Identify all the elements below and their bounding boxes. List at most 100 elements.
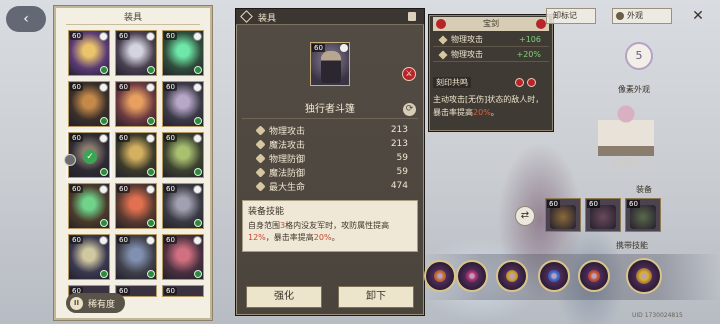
job-icon	[340, 44, 348, 52]
inventory-card[interactable]: 60 ✓	[64, 130, 112, 180]
stat-icon	[255, 138, 266, 150]
skill-icon[interactable]	[456, 260, 488, 292]
equip-level: 60	[547, 200, 560, 208]
inventory-title: 装具	[123, 13, 142, 23]
level-emblem: 5	[625, 42, 653, 70]
inventory-card[interactable]: 60	[162, 234, 204, 280]
stat-label: 物理攻击	[269, 126, 306, 137]
inventory-card[interactable]: 60	[162, 285, 204, 297]
card-level: 60	[117, 134, 130, 142]
divider	[66, 24, 200, 25]
skill-icon[interactable]	[538, 260, 570, 292]
equip-art	[630, 205, 656, 229]
equip-slot[interactable]: 60	[545, 198, 581, 232]
rune-badge-icon[interactable]: ⚔	[402, 67, 416, 81]
inventory-card[interactable]: 60	[68, 234, 110, 280]
stat-label: 魔法攻击	[269, 140, 306, 151]
inventory-card[interactable]: 60	[68, 30, 110, 76]
job-icon	[99, 134, 108, 143]
stat-icon	[255, 180, 266, 192]
equip-slot[interactable]: 60	[585, 198, 621, 232]
stat-row: 物理攻击 213	[255, 123, 408, 137]
job-icon	[99, 83, 108, 92]
inventory-card[interactable]: 60	[115, 30, 157, 76]
tooltip-stat-label: 物理攻击	[451, 35, 483, 44]
inventory-panel: 装具 60 60 60 60 60 60 60 ✓ 60 60 60 60 60 60 60 60 60 60 60…	[54, 6, 212, 320]
seal-badges	[515, 78, 536, 87]
rank-icon	[100, 219, 108, 227]
record-tab[interactable]: 卸标记	[546, 8, 596, 24]
costume-label: 像素外观	[618, 85, 650, 94]
equip-slot[interactable]: 60	[625, 198, 661, 232]
inventory-card[interactable]: 60	[162, 132, 204, 178]
skill-core	[636, 268, 652, 284]
job-icon	[99, 32, 108, 41]
job-icon	[193, 32, 202, 41]
carry-skill-label: 携带技能	[616, 241, 648, 250]
job-icon	[146, 32, 155, 41]
inventory-card[interactable]: 60	[115, 183, 157, 229]
uid-text: UID 1730024815	[632, 312, 683, 319]
inventory-card[interactable]: 60	[162, 81, 204, 127]
tooltip-stat-row: 物理攻击 +20%	[433, 48, 549, 62]
rune-badge-icon	[536, 19, 546, 29]
item-name-bar: 独行者斗篷 ⟳	[242, 101, 418, 119]
skill-icon[interactable]	[578, 260, 610, 292]
card-level: 60	[164, 287, 177, 295]
skill-icon[interactable]	[626, 258, 662, 294]
rank-icon	[147, 66, 155, 74]
inventory-card[interactable]: 60	[68, 81, 110, 127]
inventory-card[interactable]: 60	[115, 132, 157, 178]
cloak-figure-icon	[321, 51, 341, 83]
stat-icon	[255, 152, 266, 164]
stat-row: 魔法防御 59	[255, 165, 408, 179]
equip-level: 60	[627, 200, 640, 208]
swap-icon[interactable]: ⟳	[403, 103, 416, 116]
enhance-button[interactable]: 强化	[246, 286, 322, 308]
tooltip-stat-value: +106	[519, 35, 541, 44]
rank-icon	[100, 66, 108, 74]
close-button[interactable]: ✕	[686, 6, 710, 26]
back-button[interactable]: ‹	[6, 6, 46, 32]
stat-icon	[255, 124, 266, 136]
inventory-card[interactable]: 60	[68, 183, 110, 229]
inventory-card[interactable]: 60	[162, 30, 204, 76]
skill-icon[interactable]	[496, 260, 528, 292]
inventory-card[interactable]: 60	[162, 183, 204, 229]
card-level: 60	[70, 236, 83, 244]
unequip-button[interactable]: 卸下	[338, 286, 414, 308]
inventory-card[interactable]: 60	[115, 234, 157, 280]
stat-row: 魔法攻击 213	[255, 137, 408, 151]
equip-art	[550, 205, 576, 229]
stat-row: 最大生命 474	[255, 179, 408, 193]
swap-equip-icon[interactable]: ⇄	[515, 206, 535, 226]
equip-skill-text: 自身范围3格内没友军时，攻防属性提高12%，暴击率提高20%。	[248, 221, 390, 242]
rarity-label: 稀有度	[88, 299, 116, 310]
status-icon	[64, 154, 76, 166]
rank-icon	[100, 270, 108, 278]
pixel-costume-figure[interactable]	[598, 100, 654, 170]
job-icon	[146, 236, 155, 245]
skill-icon[interactable]	[424, 260, 456, 292]
inventory-card[interactable]: 60	[115, 81, 157, 127]
job-icon	[193, 83, 202, 92]
skill-core	[506, 270, 518, 282]
card-level: 60	[70, 32, 83, 40]
stat-icon	[255, 166, 266, 178]
appearance-tab-label: 外观	[627, 11, 643, 20]
rarity-filter-button[interactable]: II 稀有度	[66, 293, 126, 313]
appearance-tab[interactable]: 外观	[612, 8, 672, 24]
detail-header: 装具	[236, 9, 424, 25]
job-icon	[193, 134, 202, 143]
stat-value: 213	[390, 139, 408, 149]
item-level: 60	[312, 44, 325, 52]
card-level: 60	[164, 236, 177, 244]
rank-icon	[147, 219, 155, 227]
card-level: 60	[164, 185, 177, 193]
lock-icon[interactable]	[408, 12, 416, 21]
sword-icon	[438, 34, 448, 45]
equip-skill-title: 装备技能	[248, 207, 285, 217]
rune-badge-icon	[527, 78, 536, 87]
seal-resonance-text: 主动攻击[无伤]状态的敌人时，暴击率提高20%。	[433, 95, 544, 117]
card-level: 60	[117, 83, 130, 91]
